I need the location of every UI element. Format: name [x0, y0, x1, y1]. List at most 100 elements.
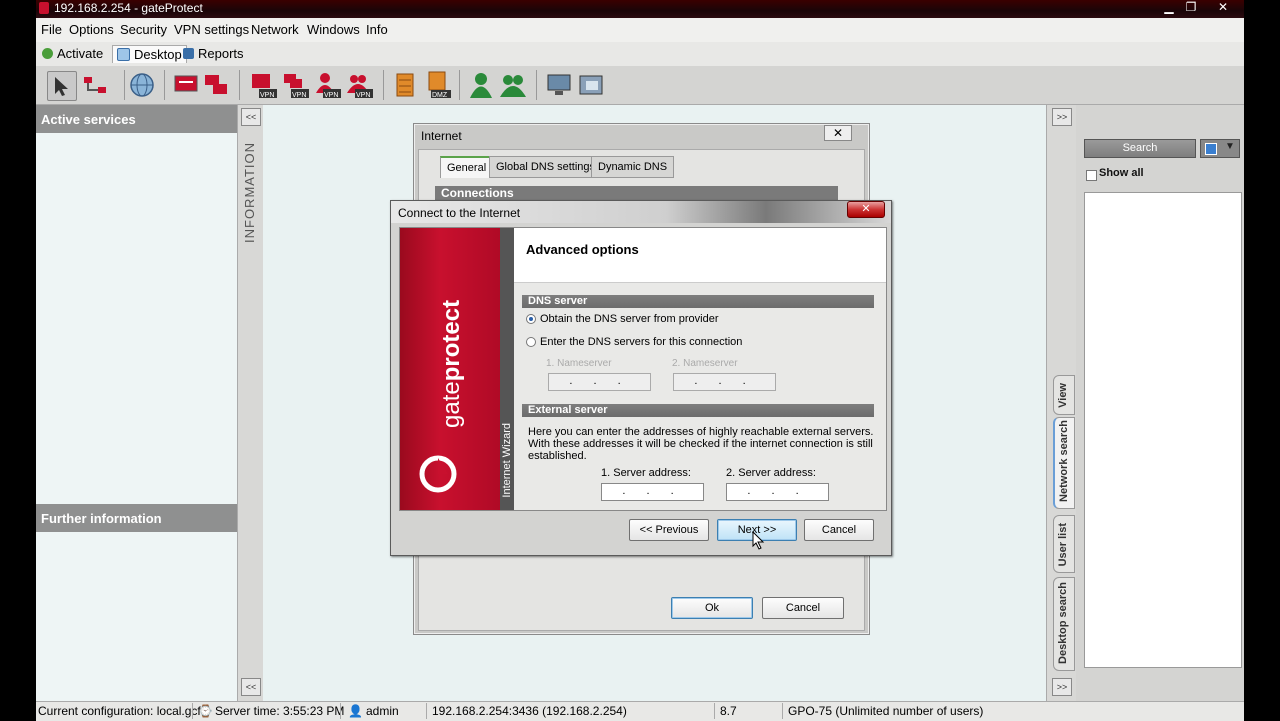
status-user: admin: [366, 704, 399, 718]
external-server-section: External server: [522, 404, 874, 417]
close-icon[interactable]: ✕: [1214, 0, 1232, 14]
nameserver1-input[interactable]: . . .: [548, 373, 651, 391]
app-icon: [39, 2, 49, 14]
mouse-cursor-icon: [752, 531, 765, 550]
svg-text:VPN: VPN: [356, 92, 370, 99]
menu-windows[interactable]: Windows: [307, 22, 360, 37]
svg-text:VPN: VPN: [292, 92, 306, 99]
obtain-dns-radio[interactable]: [526, 314, 536, 324]
minimize-icon[interactable]: ▁: [1160, 0, 1178, 14]
tab-desktop[interactable]: Desktop: [112, 45, 187, 63]
firewall-group-icon[interactable]: [202, 71, 230, 99]
monitor-icon[interactable]: [545, 71, 573, 99]
menu-file[interactable]: File: [41, 22, 62, 37]
vpn-site-icon[interactable]: VPN: [250, 71, 278, 99]
tab-dynamic-dns[interactable]: Dynamic DNS: [591, 156, 675, 178]
ok-button[interactable]: Ok: [671, 597, 753, 619]
tab-reports[interactable]: Reports: [179, 45, 248, 62]
tab-view[interactable]: View: [1053, 375, 1075, 415]
internet-wizard-label: Internet Wizard: [501, 423, 513, 498]
menu-network[interactable]: Network: [251, 22, 299, 37]
view-mode-dropdown[interactable]: ▼: [1200, 139, 1240, 158]
server2-input[interactable]: . . .: [726, 483, 829, 501]
wizard-title: Connect to the Internet: [398, 206, 521, 220]
wizard-close-button[interactable]: ✕: [847, 201, 885, 218]
menu-security[interactable]: Security: [120, 22, 167, 37]
tab-user-list[interactable]: User list: [1053, 515, 1075, 573]
tab-activate-label: Activate: [57, 46, 104, 61]
user-icon[interactable]: [467, 71, 495, 99]
information-strip: << INFORMATION <<: [237, 105, 264, 701]
internet-cancel-button[interactable]: Cancel: [762, 597, 844, 619]
vpn-group-icon[interactable]: VPN: [282, 71, 310, 99]
further-information-header: Further information: [36, 504, 237, 532]
wizard-cancel-button[interactable]: Cancel: [804, 519, 874, 541]
tab-global-dns-settings[interactable]: Global DNS settings: [489, 156, 603, 178]
restore-icon[interactable]: ❐: [1182, 0, 1200, 14]
vpn-user-icon[interactable]: VPN: [314, 71, 342, 99]
menu-info[interactable]: Info: [366, 22, 388, 37]
tab-activate[interactable]: Activate: [38, 45, 107, 62]
nameserver2-input[interactable]: . . .: [673, 373, 776, 391]
enter-dns-radio[interactable]: [526, 337, 536, 347]
collapse-bottom-right-button[interactable]: >>: [1052, 678, 1072, 696]
vpn-users-icon[interactable]: VPN: [346, 71, 374, 99]
internet-dialog-close-button[interactable]: ✕: [824, 125, 852, 141]
status-server-time: Server time: 3:55:23 PM: [215, 704, 345, 718]
gateprotect-logo-text: gateprotect: [438, 299, 465, 428]
enter-dns-label[interactable]: Enter the DNS servers for this connectio…: [540, 336, 742, 348]
collapse-right-button[interactable]: >>: [1052, 108, 1072, 126]
chevron-down-icon: ▼: [1225, 141, 1235, 152]
tab-desktop-label: Desktop: [134, 47, 182, 62]
wizard-content: DNS server Obtain the DNS server from pr…: [514, 283, 886, 510]
svg-text:VPN: VPN: [260, 92, 274, 99]
tab-desktop-search[interactable]: Desktop search: [1053, 577, 1075, 671]
nameserver1-label: 1. Nameserver: [546, 358, 612, 369]
firewall-icon[interactable]: [172, 71, 200, 99]
window-icon[interactable]: [577, 71, 605, 99]
server-icon[interactable]: [391, 71, 419, 99]
search-button[interactable]: Search: [1084, 139, 1196, 158]
external-server-description-1: Here you can enter the addresses of high…: [528, 426, 874, 438]
reports-icon: [183, 48, 194, 59]
search-results-list[interactable]: [1084, 192, 1242, 668]
dmz-icon[interactable]: DMZ: [423, 71, 451, 99]
gear-icon: [42, 48, 53, 59]
toolbar: VPN VPN VPN VPN DMZ: [36, 66, 1244, 105]
left-panel: Active services Further information: [36, 105, 237, 701]
status-license: GPO-75 (Unlimited number of users): [788, 704, 984, 718]
select-tool-icon[interactable]: [47, 71, 77, 101]
user-group-icon[interactable]: [499, 71, 527, 99]
information-label: INFORMATION: [242, 141, 257, 243]
advanced-options-title: Advanced options: [526, 242, 639, 257]
menu-vpn-settings[interactable]: VPN settings: [174, 22, 249, 37]
obtain-dns-label[interactable]: Obtain the DNS server from provider: [540, 313, 719, 325]
tab-general[interactable]: General: [440, 156, 494, 178]
previous-button[interactable]: << Previous: [629, 519, 709, 541]
wizard-strip: Internet Wizard: [500, 228, 514, 510]
show-all-label[interactable]: Show all: [1099, 167, 1144, 179]
menu-options[interactable]: Options: [69, 22, 114, 37]
collapse-left-button[interactable]: <<: [241, 108, 261, 126]
server1-label: 1. Server address:: [601, 467, 691, 479]
status-address: 192.168.2.254:3436 (192.168.2.254): [432, 704, 627, 718]
server1-input[interactable]: . . .: [601, 483, 704, 501]
dns-server-section: DNS server: [522, 295, 874, 308]
collapse-bottom-left-button[interactable]: <<: [241, 678, 261, 696]
wizard-body: gateprotect Internet Wizard Advanced opt…: [399, 227, 887, 511]
show-all-checkbox[interactable]: [1086, 170, 1097, 181]
active-services-header: Active services: [36, 105, 237, 133]
internet-dialog-title: Internet: [421, 129, 462, 143]
connect-tool-icon[interactable]: [81, 71, 109, 99]
internet-globe-icon[interactable]: [128, 71, 156, 99]
admin-user-icon: 👤: [348, 704, 363, 718]
status-config: Current configuration: local.gcf: [38, 704, 201, 718]
nameserver2-label: 2. Nameserver: [672, 358, 738, 369]
menu-bar: File Options Security VPN settings Netwo…: [36, 18, 1244, 43]
external-server-description-2: With these addresses it will be checked …: [528, 438, 873, 450]
svg-text:VPN: VPN: [324, 92, 338, 99]
server2-label: 2. Server address:: [726, 467, 816, 479]
svg-text:DMZ: DMZ: [432, 92, 448, 99]
tab-network-search[interactable]: Network search: [1053, 417, 1075, 509]
clock-icon: ⌚: [198, 704, 213, 718]
